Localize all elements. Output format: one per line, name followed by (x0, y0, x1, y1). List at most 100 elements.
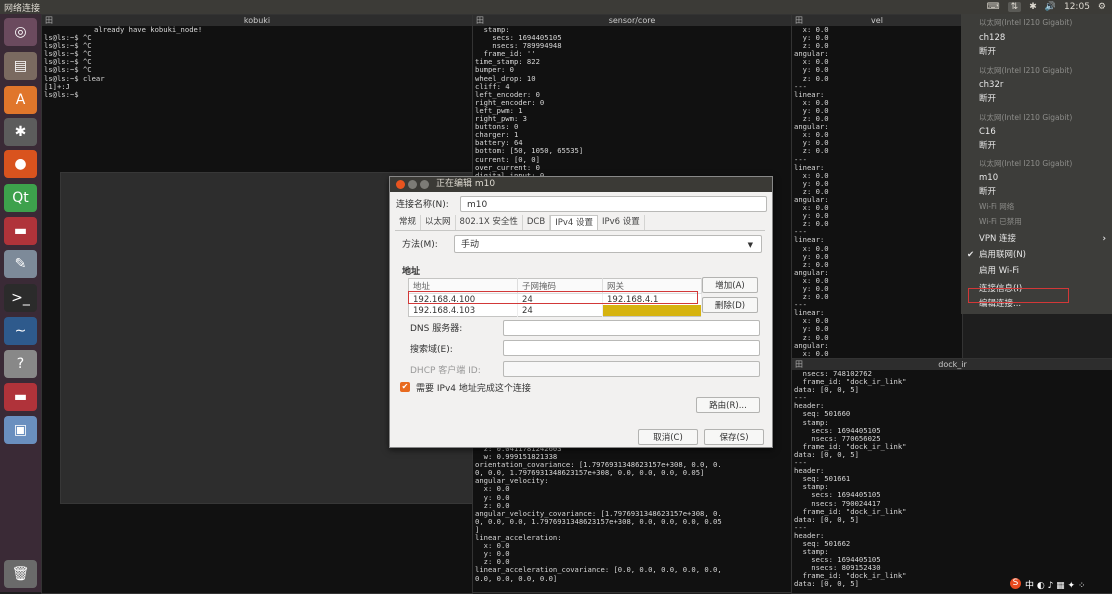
terminal-line: ls@ls:~$ ^C (44, 41, 92, 51)
input-method-bar[interactable]: S 中 ◐ ♪ ▦ ✦ ⁘ (1010, 578, 1086, 591)
pane-header: 田 kobuki (42, 15, 472, 26)
text-editor-icon[interactable]: ✎ (4, 250, 37, 278)
qt-creator-icon[interactable]: Qt (4, 184, 37, 212)
edit-connections-highlight (968, 288, 1069, 303)
menu-item[interactable]: VPN 连接 › (961, 232, 1112, 246)
sogou-icon[interactable]: S (1010, 578, 1021, 589)
menu-item: Wi-Fi 网络 (961, 200, 1112, 214)
search-domain-input[interactable] (503, 340, 760, 356)
require-ipv4-checkbox[interactable]: ✔ (400, 382, 410, 392)
require-ipv4-label: 需要 IPv4 地址完成这个连接 (416, 384, 531, 394)
tab-general[interactable]: 常规 (395, 215, 422, 230)
menu-item[interactable]: ch128 (961, 31, 1112, 45)
menu-item: Wi-Fi 已禁用 (961, 215, 1112, 229)
window-title: 网络连接 (4, 4, 41, 14)
menu-item-label: C16 (979, 127, 996, 137)
software-icon[interactable]: A (4, 86, 37, 114)
menu-item[interactable]: 启用 Wi-Fi (961, 264, 1112, 278)
close-button[interactable] (396, 180, 405, 189)
delete-button[interactable]: 删除(D) (702, 297, 758, 313)
terminal-line: ls@ls:~$ ^C (44, 57, 92, 67)
table-row[interactable]: 192.168.4.103 24 (408, 305, 702, 317)
menu-item-label: VPN 连接 (979, 234, 1017, 244)
menu-item-label: 以太网(Intel I210 Gigabit) (979, 113, 1073, 122)
dash-icon[interactable]: ◎ (4, 18, 37, 46)
menu-item: 以太网(Intel I210 Gigabit) (961, 64, 1112, 78)
settings-icon[interactable]: ✱ (4, 118, 37, 146)
save-button[interactable]: 保存(S) (704, 429, 764, 445)
menu-item-label: 启用 Wi-Fi (979, 266, 1019, 276)
menu-item[interactable]: m10 (961, 171, 1112, 185)
tab-ipv4[interactable]: IPv4 设置 (550, 215, 598, 230)
pane-header: 田 dock_ir (792, 359, 1112, 370)
edit-connection-dialog: 正在编辑 m10 连接名称(N): m10 常规 以太网 802.1X 安全性 … (389, 176, 773, 448)
routes-button[interactable]: 路由(R)... (696, 397, 760, 413)
terminal-line: ls@ls:~$ (44, 89, 79, 99)
network-menu: 以太网(Intel I210 Gigabit) ch128 断开 以太网(Intel … (961, 14, 1112, 314)
remote-desktop-icon[interactable]: ▣ (4, 416, 37, 444)
minimize-button[interactable] (408, 180, 417, 189)
gear-icon[interactable]: ⚙ (1098, 2, 1106, 12)
tab-8021x[interactable]: 802.1X 安全性 (456, 215, 523, 230)
address-heading: 地址 (402, 267, 421, 277)
clock[interactable]: 12:05 (1064, 2, 1090, 12)
terminal-vel[interactable]: 田 vel x: 0.0 y: 0.0 z: 0.0 angular: x: 0.… (791, 14, 963, 360)
menu-item[interactable]: 断开 (961, 139, 1112, 153)
terminal-line: ls@ls:~$ ^C (44, 49, 92, 59)
terminal-icon[interactable]: >_ (4, 284, 37, 312)
dock-output: nsecs: 748102762 frame_id: "dock_ir_link… (794, 369, 907, 589)
terminal-dock-ir[interactable]: 田 dock_ir nsecs: 748102762 frame_id: "doc… (791, 358, 1112, 594)
menu-item-label: 断开 (979, 141, 997, 151)
menu-item[interactable]: 断开 (961, 185, 1112, 199)
submenu-arrow-icon: › (1102, 234, 1106, 244)
keyboard-icon[interactable]: ⌨ (987, 2, 1000, 12)
tab-ethernet[interactable]: 以太网 (421, 215, 456, 230)
network-icon[interactable]: ⇅ (1007, 2, 1022, 12)
terminal-red-icon[interactable]: ▬ (4, 217, 37, 245)
search-domain-label: 搜索域(E): (410, 345, 453, 355)
system-tray: ⌨ ⇅ ✱ 🔊 12:05 ⚙ (987, 0, 1106, 14)
settings-tabs: 常规 以太网 802.1X 安全性 DCB IPv4 设置 IPv6 设置 (395, 215, 765, 231)
netmask-cell[interactable]: 24 (517, 305, 603, 317)
add-button[interactable]: 增加(A) (702, 277, 758, 293)
menu-item-label: 以太网(Intel I210 Gigabit) (979, 66, 1073, 75)
top-panel: 网络连接 ⌨ ⇅ ✱ 🔊 12:05 ⚙ (0, 0, 1112, 15)
bluetooth-icon[interactable]: ✱ (1029, 2, 1037, 12)
help-icon[interactable]: ? (4, 350, 37, 378)
launcher: ◎ ▤ A ✱ ● Qt ▬ ✎ >_ ∼ ? ▬ ▣ 🗑 (0, 14, 41, 592)
tab-dcb[interactable]: DCB (523, 215, 551, 230)
firefox-icon[interactable]: ● (4, 150, 37, 178)
files-icon[interactable]: ▤ (4, 52, 37, 80)
kobuki-message: already have kobuki_node! (94, 25, 203, 34)
terminal-line: ls@ls:~$ ^C (44, 65, 92, 75)
dialog-titlebar: 正在编辑 m10 (390, 177, 772, 192)
menu-item[interactable]: 启用联网(N) ✔ (961, 248, 1112, 262)
trash-icon[interactable]: 🗑 (4, 560, 37, 588)
check-icon: ✔ (967, 250, 975, 260)
menu-item[interactable]: ch32r (961, 78, 1112, 92)
menu-item[interactable]: 断开 (961, 45, 1112, 59)
vel-output: x: 0.0 y: 0.0 z: 0.0 angular: x: 0.0 y: … (794, 25, 829, 359)
gateway-cell[interactable] (602, 305, 702, 317)
cancel-button[interactable]: 取消(C) (638, 429, 698, 445)
pane-title: sensor/core (608, 16, 656, 25)
menu-item-label: Wi-Fi 网络 (979, 202, 1015, 211)
menu-item[interactable]: 断开 (961, 92, 1112, 106)
monitor-icon[interactable]: ∼ (4, 317, 37, 345)
terminal-line: ls@ls:~$ clear (44, 73, 105, 83)
pane-header: 田 vel (792, 15, 962, 26)
terminal-red-2-icon[interactable]: ▬ (4, 383, 37, 411)
menu-item: 以太网(Intel I210 Gigabit) (961, 111, 1112, 125)
address-cell[interactable]: 192.168.4.103 (408, 305, 518, 317)
dns-input[interactable] (503, 320, 760, 336)
menu-item: 以太网(Intel I210 Gigabit) (961, 157, 1112, 171)
connection-name-input[interactable]: m10 (460, 196, 767, 212)
volume-icon[interactable]: 🔊 (1045, 2, 1056, 12)
pane-header: 田 sensor/core (473, 15, 791, 26)
maximize-button[interactable] (420, 180, 429, 189)
method-select[interactable]: 手动 ▼ (454, 235, 762, 253)
input-method-icons[interactable]: 中 ◐ ♪ ▦ ✦ ⁘ (1025, 578, 1086, 591)
tab-ipv6[interactable]: IPv6 设置 (598, 215, 645, 230)
menu-item[interactable]: C16 (961, 125, 1112, 139)
dns-label: DNS 服务器: (410, 324, 463, 334)
